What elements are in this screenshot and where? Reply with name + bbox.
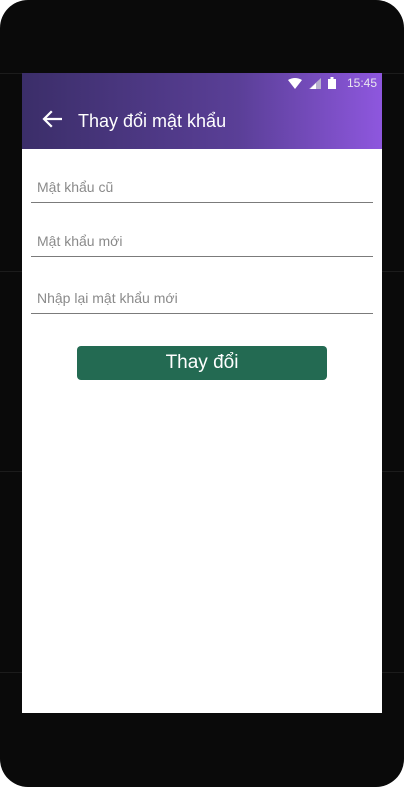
wifi-icon [287,77,302,89]
app-bar: 15:45 Thay đổi mật khẩu [22,73,382,149]
new-password-input[interactable] [31,228,373,254]
app-screen: 15:45 Thay đổi mật khẩu Thay đổi [22,73,382,713]
new-password-field [31,228,373,257]
old-password-field [31,174,373,203]
arrow-left-icon [42,109,63,133]
battery-icon [327,77,336,89]
back-button[interactable] [38,107,66,135]
toolbar: Thay đổi mật khẩu [22,93,382,149]
confirm-password-input[interactable] [31,285,373,311]
page-title: Thay đổi mật khẩu [78,110,227,131]
status-time: 15:45 [346,76,377,90]
signal-icon [308,77,321,89]
change-password-form [31,149,373,314]
change-password-button[interactable]: Thay đổi [77,346,327,380]
status-bar: 15:45 [22,73,382,93]
old-password-input[interactable] [31,174,373,200]
confirm-password-field [31,285,373,314]
status-icons: 15:45 [287,76,377,90]
device-frame: 15:45 Thay đổi mật khẩu Thay đổi [0,0,404,787]
